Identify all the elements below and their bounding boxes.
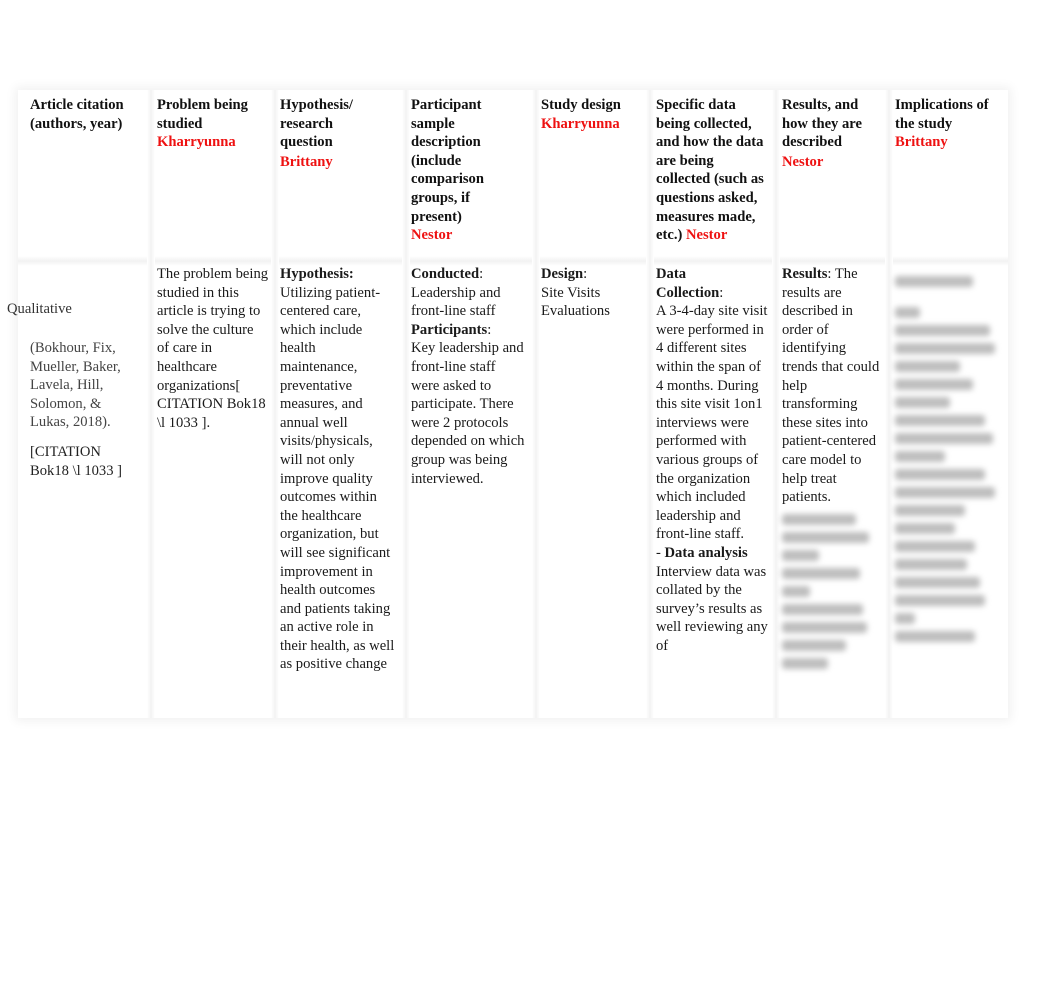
header-study-design: Study design Kharryunna	[541, 96, 646, 262]
header-title: Implications of the study	[895, 97, 989, 132]
header-title: Problem being studied	[157, 97, 248, 132]
assignee-name: Kharryunna	[157, 134, 236, 151]
hypothesis-label: Hypothesis:	[280, 266, 354, 282]
cell-citation: (Bokhour, Fix, Mueller, Baker, Lavela, H…	[30, 265, 142, 715]
cell-data-collection: Data Collection: A 3-4-day site visit we…	[656, 266, 768, 654]
header-title: Article citation (authors, year)	[30, 97, 124, 132]
assignee-name: Kharryunna	[541, 115, 620, 132]
cell-implications	[895, 265, 1005, 715]
cell-participants: Conducted: Leadership and front-line sta…	[411, 266, 525, 487]
conducted-text: Leadership and front-line staff	[411, 284, 501, 320]
header-problem: Problem being studied Kharryunna	[157, 96, 269, 262]
assignee-name: Nestor	[411, 227, 453, 244]
results-blurred-text	[782, 513, 874, 669]
citation-field-code: [CITATION Bok18 \l 1033 ]	[30, 443, 123, 479]
cell-design: Design: Site Visits Evaluations	[541, 265, 641, 715]
data-analysis-label: Data analysis	[664, 544, 748, 561]
column-divider	[402, 90, 410, 718]
header-specific-data: Specific data being collected, and how t…	[656, 96, 769, 262]
header-results: Results, and how they are described Nest…	[782, 96, 882, 262]
results-label: Results	[782, 266, 828, 282]
research-table: Article citation (authors, year) Problem…	[18, 90, 1008, 718]
header-title: Hypothesis/ research question	[280, 97, 353, 151]
column-divider	[271, 90, 279, 718]
design-text: Site Visits Evaluations	[541, 284, 610, 320]
participants-label: Participants	[411, 321, 488, 338]
cell-problem: The problem being studied in this articl…	[157, 265, 269, 715]
header-hypothesis: Hypothesis/ research question Brittany	[280, 96, 392, 262]
data-analysis-text: Interview data was collated by the surve…	[656, 563, 768, 654]
results-text: The results are described in order of id…	[782, 266, 880, 506]
hypothesis-text: Utilizing patient-centered care, which i…	[280, 284, 395, 673]
header-article-citation: Article citation (authors, year)	[30, 96, 142, 262]
data-collection-label: Data Collection	[656, 266, 720, 301]
cell-hypothesis: Hypothesis: Utilizing patient-centered c…	[280, 265, 395, 715]
column-divider	[772, 90, 780, 718]
data-collection-text: A 3-4-day site visit were performed in 4…	[656, 303, 768, 543]
conducted-label: Conducted	[411, 266, 480, 282]
problem-text: The problem being studied in this articl…	[157, 266, 269, 431]
assignee-name: Brittany	[895, 134, 948, 151]
header-title: Specific data being collected, and how t…	[656, 97, 764, 244]
assignee-name: Nestor	[782, 153, 824, 170]
column-divider	[646, 90, 654, 718]
column-divider	[885, 90, 893, 718]
column-divider	[532, 90, 540, 718]
assignee-name: Brittany	[280, 153, 333, 170]
analysis-prefix: -	[656, 544, 665, 561]
citation-authors: (Bokhour, Fix, Mueller, Baker, Lavela, H…	[30, 340, 121, 431]
header-title: Study design	[541, 97, 621, 113]
assignee-name: Nestor	[685, 227, 728, 244]
header-title: Participant sample description (include …	[411, 97, 484, 225]
column-divider	[147, 90, 155, 718]
cell-results: Results: The results are described in or…	[782, 265, 882, 715]
design-label: Design	[541, 266, 584, 282]
header-implications: Implications of the study Brittany	[895, 96, 1007, 262]
header-title: Results, and how they are described	[782, 97, 862, 151]
participants-text: Key leadership and front-line staff were…	[411, 340, 525, 487]
implications-blurred-text	[895, 265, 995, 642]
header-participants: Participant sample description (include …	[411, 96, 526, 262]
